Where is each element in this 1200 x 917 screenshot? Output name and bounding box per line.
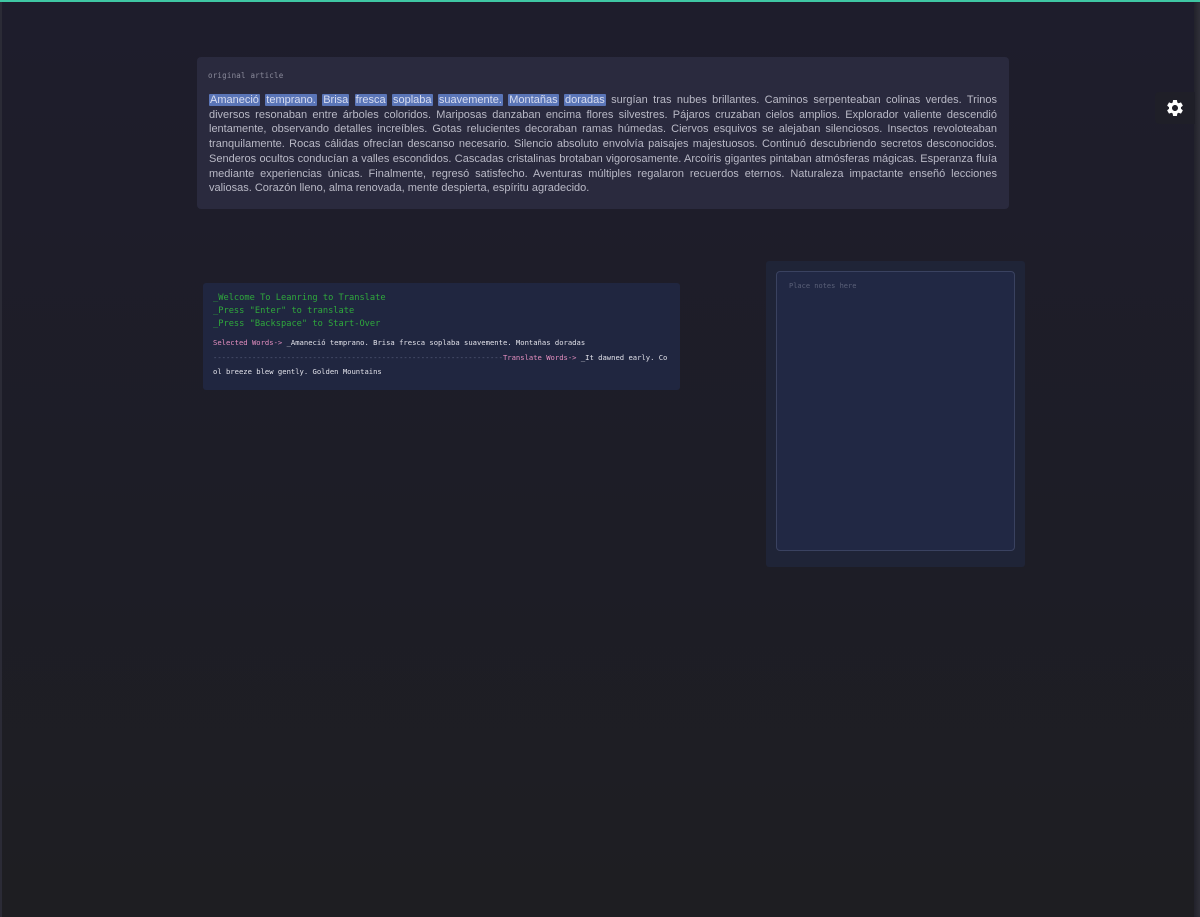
highlighted-word[interactable]: suavemente. bbox=[437, 94, 503, 106]
gear-icon bbox=[1167, 100, 1183, 116]
selected-words-value: _Amaneció temprano. Brisa fresca soplaba… bbox=[282, 338, 586, 347]
instruction-backspace: _Press "Backspace" to Start-Over bbox=[213, 319, 381, 329]
highlighted-word[interactable]: Montañas bbox=[508, 94, 559, 106]
highlighted-word[interactable]: soplaba bbox=[391, 94, 433, 106]
highlighted-word[interactable]: Brisa bbox=[322, 94, 350, 106]
right-scrollbar[interactable] bbox=[1194, 2, 1200, 917]
article-label: original article bbox=[208, 71, 284, 80]
translate-words-row: ----------------------------------------… bbox=[213, 351, 670, 380]
settings-button[interactable] bbox=[1155, 92, 1195, 124]
highlighted-word[interactable]: temprano. bbox=[265, 94, 317, 106]
selected-words-label: Selected Words-> bbox=[213, 338, 283, 347]
translate-words-label: Translate Words-> bbox=[502, 352, 577, 362]
notes-panel bbox=[766, 261, 1025, 567]
highlighted-word[interactable]: Amaneció bbox=[209, 94, 260, 106]
left-window-edge bbox=[0, 2, 2, 917]
welcome-line: _Welcome To Leanring to Translate bbox=[213, 293, 386, 303]
highlighted-word[interactable]: doradas bbox=[563, 94, 606, 106]
instruction-enter: _Press "Enter" to translate bbox=[213, 306, 355, 316]
article-text[interactable]: Amaneció temprano. Brisa fresca soplaba … bbox=[208, 93, 997, 196]
top-accent-border bbox=[0, 0, 1200, 2]
translation-terminal[interactable]: _Welcome To Leanring to Translate _Press… bbox=[203, 283, 680, 390]
terminal-divider: ----------------------------------------… bbox=[213, 352, 503, 362]
article-rest-text[interactable]: surgían tras nubes brillantes. Caminos s… bbox=[209, 94, 997, 194]
original-article-card: original article Amaneció temprano. Bris… bbox=[197, 57, 1009, 209]
highlighted-word[interactable]: fresca bbox=[354, 94, 387, 106]
notes-textarea[interactable] bbox=[776, 271, 1015, 551]
selected-words-row: Selected Words-> _Amaneció temprano. Bri… bbox=[213, 336, 670, 351]
